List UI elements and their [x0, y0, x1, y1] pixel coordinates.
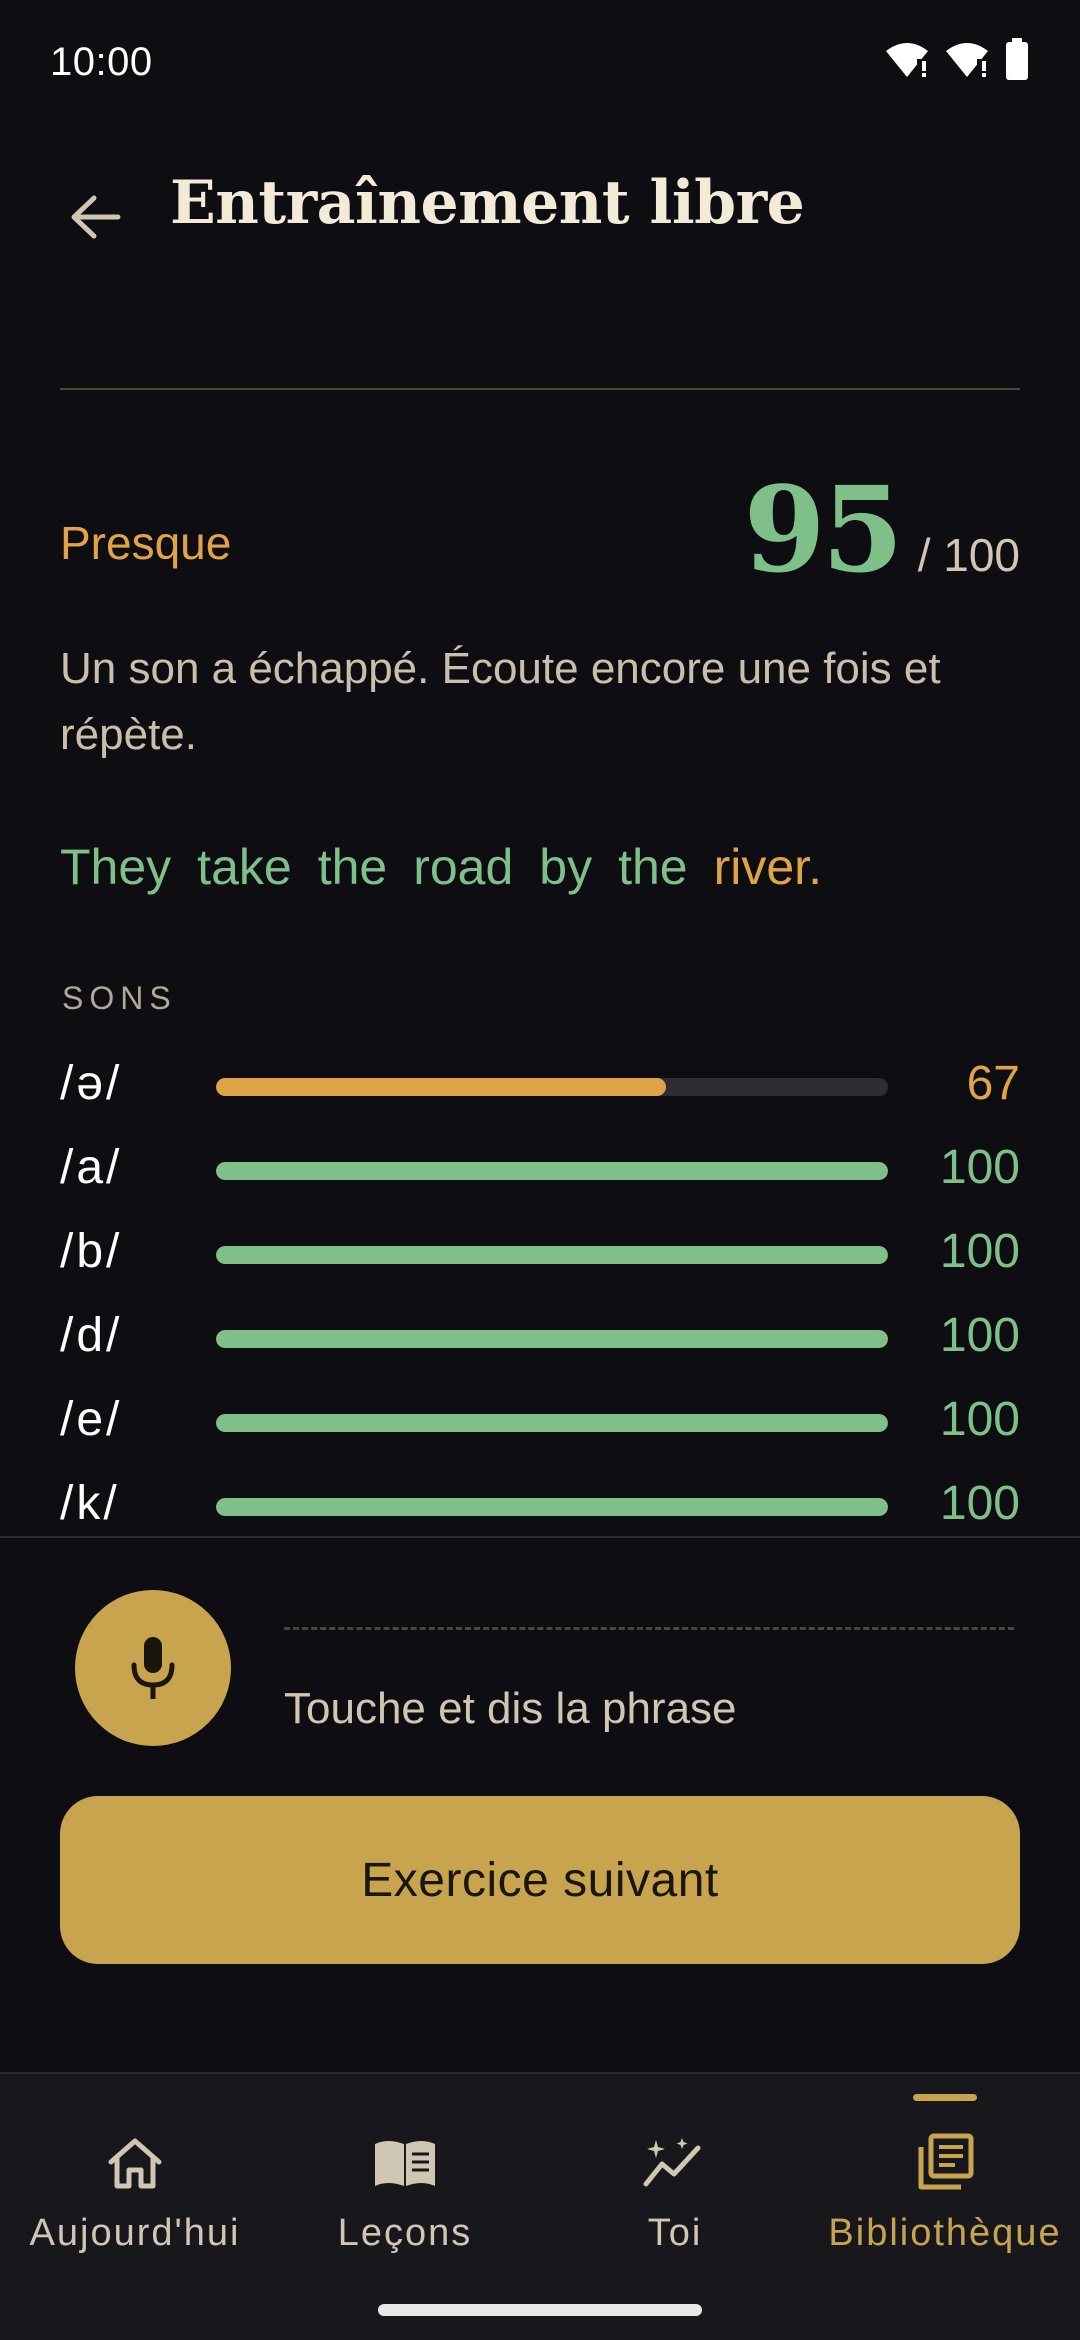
arrow-left-icon [71, 195, 121, 239]
sound-score-value: 100 [939, 1225, 1020, 1278]
sound-score-bar [216, 1246, 888, 1264]
nav-label: Leçons [337, 2212, 473, 2254]
score-max: / 100 [917, 529, 1020, 581]
sound-row[interactable]: /k/100 [60, 1464, 1020, 1536]
record-hint: Touche et dis la phrase [284, 1684, 737, 1733]
target-sentence[interactable]: They take the road by the river. [60, 838, 848, 896]
phoneme-label: /a/ [60, 1141, 123, 1194]
sound-score-bar [216, 1330, 888, 1348]
sound-score-bar-fill [216, 1414, 888, 1432]
sound-score-value: 100 [939, 1393, 1020, 1446]
sound-score-bar [216, 1078, 888, 1096]
battery-icon [1004, 38, 1030, 85]
sentence-word[interactable]: the [318, 838, 388, 896]
nav-label: Toi [647, 2212, 703, 2254]
back-button[interactable] [50, 172, 140, 262]
sound-score-bar-fill [216, 1330, 888, 1348]
screen: 10:00 Entraînement libre Presque 95 / 10… [0, 0, 1080, 2340]
library-icon [915, 2128, 975, 2198]
record-button[interactable] [75, 1590, 231, 1746]
sound-row[interactable]: /ə/67 [60, 1044, 1020, 1128]
top-app-bar: Entraînement libre [0, 150, 1080, 270]
sounds-list[interactable]: /ə/67/a/100/b/100/d/100/e/100/k/100 [60, 1044, 1020, 1536]
phoneme-label: /d/ [60, 1309, 123, 1362]
sound-row[interactable]: /d/100 [60, 1296, 1020, 1380]
sound-score-value: 100 [939, 1141, 1020, 1194]
divider [60, 388, 1020, 390]
bottom-navigation: Aujourd'hui Leçons Toi Bibliothèque [0, 2072, 1080, 2340]
nav-item-lessons[interactable]: Leçons [270, 2074, 540, 2284]
status-time: 10:00 [50, 40, 153, 84]
sentence-word[interactable]: by [539, 838, 592, 896]
score-value: 95 [743, 460, 903, 599]
sentence-word[interactable]: take [197, 838, 292, 896]
sound-row[interactable]: /e/100 [60, 1380, 1020, 1464]
wifi-alert-icon [884, 39, 930, 84]
verdict-label: Presque [60, 517, 232, 569]
sentence-word[interactable]: road [413, 838, 513, 896]
nav-label: Aujourd'hui [29, 2212, 241, 2254]
sound-score-value: 67 [966, 1057, 1020, 1110]
sentence-word[interactable]: river. [714, 838, 822, 896]
progress-sparkle-icon [642, 2128, 708, 2198]
book-icon [372, 2128, 438, 2198]
sound-row[interactable]: /b/100 [60, 1212, 1020, 1296]
sound-score-bar-fill [216, 1162, 888, 1180]
sound-score-bar-fill [216, 1498, 888, 1516]
wifi-alert-icon [944, 39, 990, 84]
sentence-word[interactable]: They [60, 838, 171, 896]
microphone-icon [131, 1637, 175, 1699]
status-bar: 10:00 [0, 0, 1080, 120]
sound-score-bar-fill [216, 1078, 667, 1096]
phoneme-label: /e/ [60, 1393, 123, 1446]
feedback-text: Un son a échappé. Écoute encore une fois… [60, 644, 941, 759]
phoneme-label: /k/ [60, 1477, 120, 1530]
nav-item-you[interactable]: Toi [540, 2074, 810, 2284]
phoneme-label: /b/ [60, 1225, 123, 1278]
home-indicator[interactable] [378, 2304, 702, 2316]
panel-divider [0, 1536, 1080, 1538]
sound-score-bar [216, 1162, 888, 1180]
waveform-placeholder [284, 1627, 1014, 1630]
active-indicator [913, 2094, 977, 2101]
sound-score-bar [216, 1414, 888, 1432]
home-icon [106, 2128, 164, 2198]
nav-label: Bibliothèque [828, 2212, 1062, 2254]
nav-item-library[interactable]: Bibliothèque [810, 2074, 1080, 2284]
sound-score-bar-fill [216, 1246, 888, 1264]
page-title: Entraînement libre [170, 168, 805, 238]
score: 95 / 100 [743, 460, 1020, 599]
sound-score-value: 100 [939, 1477, 1020, 1530]
next-exercise-button[interactable]: Exercice suivant [60, 1796, 1020, 1964]
sound-row[interactable]: /a/100 [60, 1128, 1020, 1212]
nav-item-today[interactable]: Aujourd'hui [0, 2074, 270, 2284]
sound-score-bar [216, 1498, 888, 1516]
status-icons [884, 38, 1030, 85]
phoneme-label: /ə/ [60, 1057, 123, 1110]
sounds-section-label: SONS [62, 980, 177, 1016]
sound-score-value: 100 [939, 1309, 1020, 1362]
sentence-word[interactable]: the [618, 838, 688, 896]
